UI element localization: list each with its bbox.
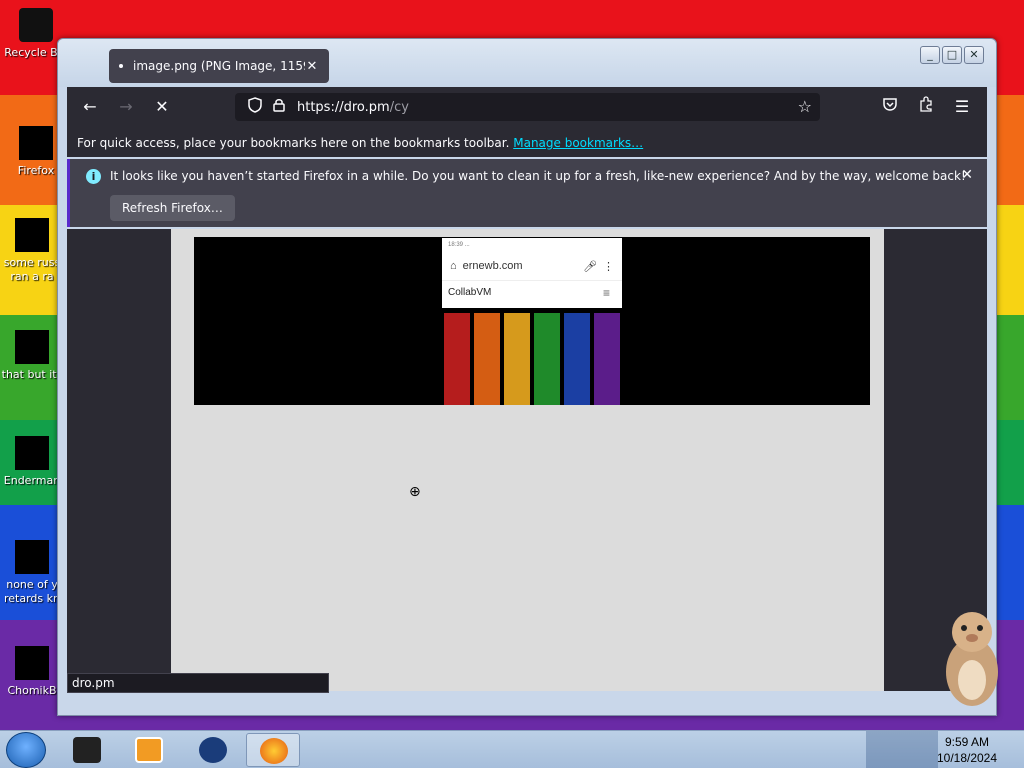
phone-divider	[442, 280, 622, 281]
desktop-icon-label: none of y retards kn	[4, 578, 60, 605]
browser-window: image.png (PNG Image, 1159 × ✕ _ □ ✕ ← →…	[57, 38, 997, 716]
phone-address-bar: ⌂ ernewb.com 🎤︎ ⋮	[450, 258, 614, 274]
forward-button[interactable]: →	[111, 92, 141, 122]
status-bar: dro.pm	[67, 673, 329, 693]
toolbar-right: ☰	[875, 92, 977, 122]
url-host: https://dro.pm	[297, 99, 390, 115]
desktop-icon-enderman[interactable]: Enderman	[0, 436, 64, 488]
refresh-notification-bar: i It looks like you haven’t started Fire…	[67, 159, 987, 227]
back-button[interactable]: ←	[75, 92, 105, 122]
stop-button[interactable]: ✕	[147, 92, 177, 122]
color-stripes	[444, 313, 620, 405]
shield-icon[interactable]	[243, 97, 267, 117]
taskbar-firefox[interactable]	[246, 733, 300, 767]
media-player-icon	[135, 737, 163, 763]
hamster-mascot	[940, 604, 1004, 708]
start-button[interactable]	[6, 732, 46, 768]
desktop-icon-label: some russ ran a ra	[3, 256, 61, 283]
info-icon: i	[86, 169, 101, 184]
lock-icon[interactable]	[267, 98, 291, 116]
image-dark-region: 18:39 ... ⌂ ernewb.com 🎤︎ ⋮ CollabVM ≡	[194, 237, 870, 405]
mic-icon: 🎤︎	[583, 260, 597, 273]
desktop-icon-file-3[interactable]: none of y retards kn	[0, 540, 64, 606]
bookmarks-hint: For quick access, place your bookmarks h…	[77, 136, 510, 150]
taskbar-media-player[interactable]	[122, 733, 176, 767]
hamburger-icon: ≡	[602, 286, 610, 300]
tab-title: image.png (PNG Image, 1159 ×	[133, 59, 305, 73]
recycle-bin-icon	[19, 8, 53, 42]
page-content: 18:39 ... ⌂ ernewb.com 🎤︎ ⋮ CollabVM ≡ ⊕	[67, 229, 987, 691]
close-window-button[interactable]: ✕	[964, 46, 984, 64]
bookmarks-toolbar: For quick access, place your bookmarks h…	[67, 127, 987, 157]
file-icon	[15, 330, 49, 364]
tab-image-png[interactable]: image.png (PNG Image, 1159 × ✕	[109, 49, 329, 83]
desktop-icon-file-1[interactable]: some russ ran a ra	[0, 218, 64, 284]
image-viewer[interactable]: 18:39 ... ⌂ ernewb.com 🎤︎ ⋮ CollabVM ≡ ⊕	[171, 229, 884, 691]
file-icon	[15, 218, 49, 252]
url-text: https://dro.pm/cy	[297, 100, 409, 115]
desktop-icon-label: Enderman	[3, 474, 61, 487]
clock-date: 10/18/2024	[936, 751, 998, 765]
phone-screenshot: 18:39 ... ⌂ ernewb.com 🎤︎ ⋮ CollabVM ≡	[442, 238, 622, 308]
file-icon	[15, 436, 49, 470]
desktop-icon-label: ChomikB	[7, 684, 57, 697]
close-notification-icon[interactable]: ✕	[961, 167, 973, 183]
menu-icon[interactable]: ☰	[947, 92, 977, 122]
notification-message: It looks like you haven’t started Firefo…	[110, 169, 966, 183]
pocket-icon[interactable]	[875, 92, 905, 122]
firefox-icon	[260, 738, 288, 764]
phone-site-name: CollabVM	[448, 287, 492, 298]
minimize-button[interactable]: _	[920, 46, 940, 64]
tray-area	[866, 731, 938, 768]
app-icon	[73, 737, 101, 763]
taskbar: 9:59 AM 10/18/2024	[0, 730, 1024, 768]
maximize-button[interactable]: □	[942, 46, 962, 64]
clock-time: 9:59 AM	[944, 735, 990, 749]
extensions-icon[interactable]	[911, 92, 941, 122]
phone-url: ernewb.com	[462, 260, 523, 272]
stripe-green	[534, 313, 560, 405]
navigation-toolbar: ← → ✕ https://dro.pm/cy ☆ ☰	[67, 87, 987, 127]
file-icon	[15, 540, 49, 574]
stripe-orange	[474, 313, 500, 405]
phone-status: 18:39 ...	[448, 242, 470, 248]
zoom-in-cursor-icon: ⊕	[409, 484, 421, 500]
globe-icon	[199, 737, 227, 763]
url-bar[interactable]: https://dro.pm/cy ☆	[235, 93, 820, 121]
clock[interactable]: 9:59 AM 10/18/2024	[932, 734, 1002, 766]
home-icon: ⌂	[450, 260, 457, 272]
desktop-icon-chomikbox[interactable]: ChomikB	[0, 646, 64, 698]
file-icon	[15, 646, 49, 680]
stripe-yellow	[504, 313, 530, 405]
desktop-icon-label: that but its	[1, 368, 63, 381]
tab-loading-icon	[119, 64, 123, 68]
taskbar-app-1[interactable]	[60, 733, 114, 767]
stripe-blue	[564, 313, 590, 405]
stripe-red	[444, 313, 470, 405]
url-path: /cy	[389, 99, 409, 115]
more-icon: ⋮	[603, 260, 614, 273]
taskbar-app-2[interactable]	[186, 733, 240, 767]
firefox-icon	[19, 126, 53, 160]
bookmark-star-icon[interactable]: ☆	[798, 97, 812, 116]
desktop-icon-file-2[interactable]: that but its	[0, 330, 64, 382]
refresh-firefox-button[interactable]: Refresh Firefox…	[110, 195, 235, 221]
manage-bookmarks-link[interactable]: Manage bookmarks…	[513, 136, 643, 150]
tab-close-icon[interactable]: ✕	[305, 59, 319, 74]
stripe-purple	[594, 313, 620, 405]
title-bar: image.png (PNG Image, 1159 × ✕ _ □ ✕	[58, 39, 996, 87]
